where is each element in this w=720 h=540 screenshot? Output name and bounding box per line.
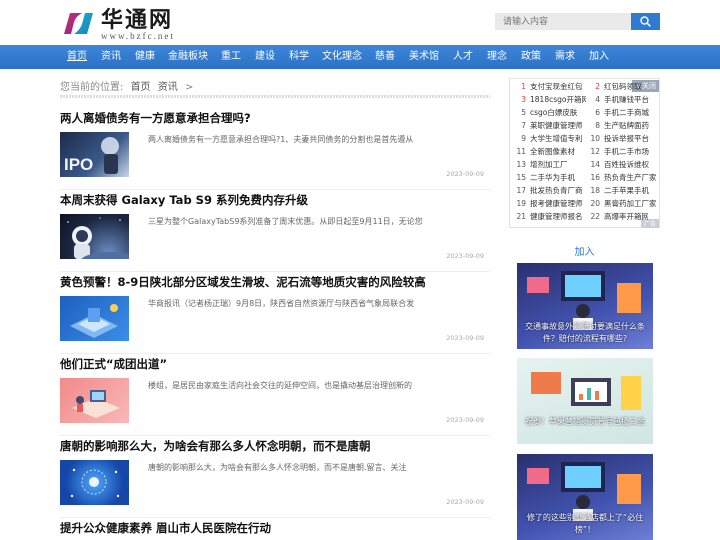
hot-list-item[interactable]: 19 报考健康管理师 xyxy=(512,197,586,210)
logo-icon[interactable] xyxy=(60,10,96,36)
breadcrumb-separator: > xyxy=(184,82,194,93)
breadcrumb-divider xyxy=(60,95,490,98)
article-item: 本周末获得 Galaxy Tab S9 系列免费内存升级 三星为整个Galaxy… xyxy=(60,192,490,272)
article-title[interactable]: 本周末获得 Galaxy Tab S9 系列免费内存升级 xyxy=(60,192,308,208)
nav-item-talent[interactable]: 人才 xyxy=(450,45,476,69)
sidebar-card[interactable]: 祝贺！苹果营销贵贾芳号包揽三金 xyxy=(517,358,653,444)
breadcrumb: 您当前的位置: 首页 资讯 > xyxy=(60,78,197,93)
hot-list-item[interactable]: 1 支付宝现金红包 xyxy=(512,80,586,93)
sidebar-card-caption: 修了的这些别墅酒店都上了“必住榜”！ xyxy=(526,513,644,534)
hot-list-item[interactable]: 7 莱职健康管理师 xyxy=(512,119,586,132)
article-date: 2023-09-09 xyxy=(446,334,484,342)
nav-item-construction[interactable]: 建设 xyxy=(252,45,278,69)
hot-list-item[interactable]: 3 1818csgo开箱网 xyxy=(512,93,586,106)
article-thumbnail[interactable] xyxy=(60,460,129,505)
hot-list-item[interactable]: 2 红包码领取 xyxy=(586,80,648,93)
nav-item-policy[interactable]: 政策 xyxy=(518,45,544,69)
hot-list-item[interactable]: 12 手机二手市场 xyxy=(586,145,660,158)
article-thumbnail[interactable]: IPO xyxy=(60,132,129,177)
breadcrumb-prefix: 您当前的位置: xyxy=(60,82,124,93)
isometric-platform-icon xyxy=(70,304,118,338)
article-thumbnail[interactable] xyxy=(60,214,129,259)
nav-item-science[interactable]: 科学 xyxy=(286,45,312,69)
search-button[interactable] xyxy=(631,13,660,30)
nav-item-demand[interactable]: 需求 xyxy=(552,45,578,69)
main-nav: 首页 资讯 健康 金融板块 重工 建设 科学 文化理念 慈善 美术馆 人才 理念… xyxy=(0,45,720,69)
thumb-ipo-text: IPO xyxy=(64,155,93,174)
article-summary: 三星为整个GalaxyTabS9系列准备了周末优惠。从即日起至9月11日，无论您 xyxy=(148,217,423,226)
hot-list-item[interactable]: 20 黑膏药加工厂家 xyxy=(586,197,660,210)
hot-list: X 关闭 广告 1 支付宝现金红包 2 红包码领取 3 1818csgo开箱网 4 手机… xyxy=(509,78,660,228)
sidebar-card[interactable]: 修了的这些别墅酒店都上了“必住榜”！ xyxy=(517,454,653,540)
breadcrumb-home[interactable]: 首页 xyxy=(131,82,151,93)
nav-item-health[interactable]: 健康 xyxy=(132,45,158,69)
hot-list-item[interactable]: 22 高爆率开箱网 xyxy=(586,210,648,223)
breadcrumb-section[interactable]: 资讯 xyxy=(158,82,178,93)
sidebar-card-caption: 交通事故意外险赔付要满足什么条件？赔付的流程有哪些? xyxy=(525,322,645,343)
article-summary: 楼组，是居民由家庭生活向社会交往的延伸空间，也是撬动基层治理创新的 xyxy=(148,381,412,390)
brand-domain: www.bzfc.net xyxy=(101,31,175,41)
hot-list-item[interactable]: 18 二手苹果手机 xyxy=(586,184,660,197)
office-desk-icon xyxy=(72,390,120,418)
article-item: 黄色预警！8-9日陕北部分区域发生滑坡、泥石流等地质灾害的风险较高 华商报讯（记… xyxy=(60,274,490,354)
sidebar-card-caption: 祝贺！苹果营销贵贾芳号包揽三金 xyxy=(525,417,645,426)
search-icon xyxy=(640,16,651,27)
nav-item-join[interactable]: 加入 xyxy=(586,45,612,69)
hot-list-item[interactable]: 4 手机赚钱平台 xyxy=(586,93,660,106)
astronaut-image-icon xyxy=(67,217,129,259)
article-title[interactable]: 唐朝的影响那么大，为啥会有那么多人怀念明朝，而不是唐朝 xyxy=(60,438,371,454)
nav-item-charity[interactable]: 慈善 xyxy=(372,45,398,69)
analytics-illustration-icon xyxy=(531,372,641,410)
article-title[interactable]: 他们正式“成团出道” xyxy=(60,356,167,372)
hot-list-item[interactable]: 5 csgo白嫖皮肤 xyxy=(512,106,586,119)
network-dots-icon xyxy=(70,468,120,498)
article-thumbnail[interactable] xyxy=(60,296,129,341)
hot-list-item[interactable]: 13 增剂加工厂 xyxy=(512,158,586,171)
hot-list-item[interactable]: 15 二手华为手机 xyxy=(512,171,586,184)
sidebar-card[interactable]: 交通事故意外险赔付要满足什么条件？赔付的流程有哪些? xyxy=(517,263,653,349)
nav-item-gallery[interactable]: 美术馆 xyxy=(406,45,442,69)
hot-list-item[interactable]: 9 大学生增值专利 xyxy=(512,132,586,145)
nav-item-culture[interactable]: 文化理念 xyxy=(320,45,364,69)
article-thumbnail[interactable] xyxy=(60,378,129,423)
nav-item-news[interactable]: 资讯 xyxy=(98,45,124,69)
hot-list-item[interactable]: 11 全新图像素材 xyxy=(512,145,586,158)
article-item: 唐朝的影响那么大，为啥会有那么多人怀念明朝，而不是唐朝 唐朝的影响那么大，为啥会… xyxy=(60,438,490,518)
article-item: 他们正式“成团出道” 楼组，是居民由家庭生活向社会交往的延伸空间，也是撬动基层治… xyxy=(60,356,490,436)
hot-list-item[interactable]: 10 投诉举报平台 xyxy=(586,132,660,145)
article-title[interactable]: 提升公众健康素养 眉山市人民医院在行动 xyxy=(60,520,271,536)
article-date: 2023-09-09 xyxy=(446,498,484,506)
article-item: 提升公众健康素养 眉山市人民医院在行动 xyxy=(60,520,490,540)
site-header: 华通网 www.bzfc.net xyxy=(0,0,720,45)
search-input[interactable] xyxy=(495,13,631,30)
hot-list-item[interactable]: 14 百姓投诉维权 xyxy=(586,158,660,171)
hot-list-item[interactable]: 17 批发热负青厂商 xyxy=(512,184,586,197)
article-date: 2023-09-09 xyxy=(446,416,484,424)
hot-list-item[interactable]: 16 热负青生产厂家 xyxy=(586,171,660,184)
ipo-image-icon: IPO xyxy=(64,137,119,174)
article-summary: 两人离婚债务有一方愿意承担合理吗?1、夫妻共同债务的分割也是首先遵从 xyxy=(148,135,414,144)
nav-item-finance[interactable]: 金融板块 xyxy=(166,45,210,69)
article-date: 2023-09-09 xyxy=(446,252,484,260)
nav-item-philosophy[interactable]: 理念 xyxy=(484,45,510,69)
article-date: 2023-09-09 xyxy=(446,170,484,178)
article-summary: 华商报讯（记者杨正瑞）9月8日，陕西省自然资源厅与陕西省气象局联合发 xyxy=(148,299,415,308)
nav-item-home[interactable]: 首页 xyxy=(64,45,90,69)
brand-name[interactable]: 华通网 xyxy=(101,6,173,34)
article-item: 两人离婚债务有一方愿意承担合理吗? IPO 两人离婚债务有一方愿意承担合理吗?1… xyxy=(60,110,490,190)
article-title[interactable]: 黄色预警！8-9日陕北部分区域发生滑坡、泥石流等地质灾害的风险较高 xyxy=(60,274,426,290)
nav-item-heavy-industry[interactable]: 重工 xyxy=(218,45,244,69)
sidebar-section-label[interactable]: 加入 xyxy=(509,243,660,258)
hot-list-item[interactable]: 21 健康管理师报名 xyxy=(512,210,586,223)
hot-list-item[interactable]: 8 生产贴牌面药 xyxy=(586,119,660,132)
hot-list-item[interactable]: 6 手机二手商城 xyxy=(586,106,660,119)
article-summary: 唐朝的影响那么大，为啥会有那么多人怀念明朝，而不是唐朝.留言、关注 xyxy=(148,463,407,472)
article-title[interactable]: 两人离婚债务有一方愿意承担合理吗? xyxy=(60,110,251,126)
